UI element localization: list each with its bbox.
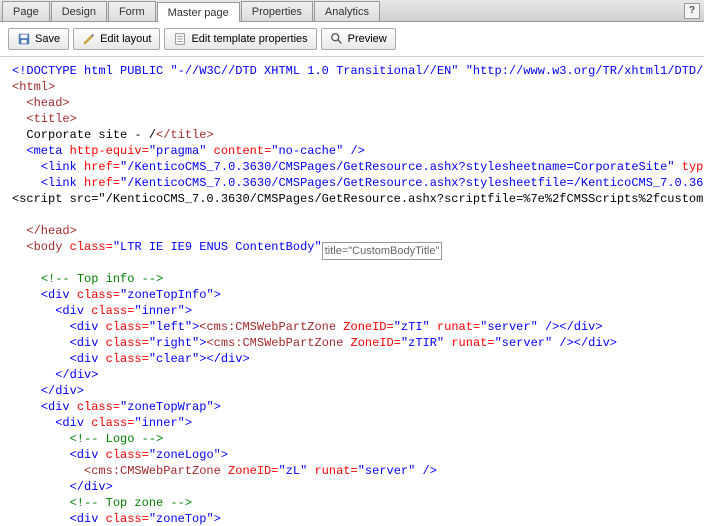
toolbar: Save Edit layout Edit template propertie…: [0, 22, 704, 57]
save-icon: [17, 32, 31, 46]
pencil-icon: [82, 32, 96, 46]
save-label: Save: [35, 33, 60, 45]
document-icon: [173, 32, 187, 46]
edit-template-label: Edit template properties: [191, 33, 307, 45]
preview-label: Preview: [348, 33, 387, 45]
edit-layout-label: Edit layout: [100, 33, 151, 45]
tab-masterpage[interactable]: Master page: [157, 2, 240, 22]
tab-bar: Page Design Form Master page Properties …: [0, 0, 704, 22]
body-title-editor[interactable]: title="CustomBodyTitle": [322, 242, 443, 260]
edit-layout-button[interactable]: Edit layout: [73, 28, 160, 50]
help-icon[interactable]: ?: [684, 3, 700, 19]
tab-page[interactable]: Page: [2, 1, 50, 21]
tab-properties[interactable]: Properties: [241, 1, 313, 21]
edit-template-button[interactable]: Edit template properties: [164, 28, 316, 50]
tab-design[interactable]: Design: [51, 1, 107, 21]
tab-analytics[interactable]: Analytics: [314, 1, 380, 21]
preview-button[interactable]: Preview: [321, 28, 396, 50]
tab-form[interactable]: Form: [108, 1, 156, 21]
magnifier-icon: [330, 32, 344, 46]
save-button[interactable]: Save: [8, 28, 69, 50]
code-editor[interactable]: <!DOCTYPE html PUBLIC "-//W3C//DTD XHTML…: [0, 57, 704, 526]
